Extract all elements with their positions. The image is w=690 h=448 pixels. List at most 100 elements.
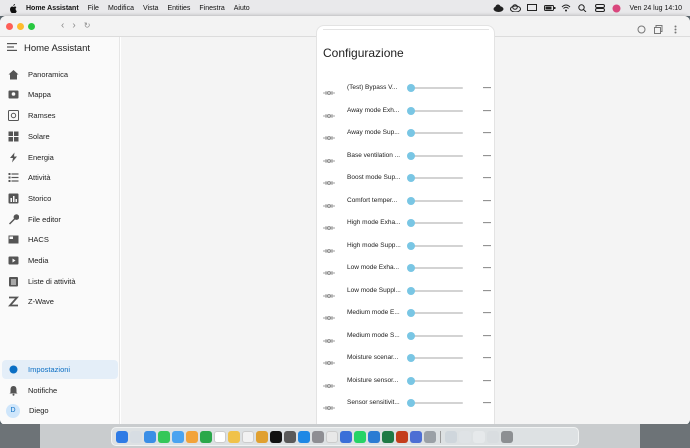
entity-label[interactable]: Low mode Exha... xyxy=(347,264,401,271)
sidebar-item-energia[interactable]: Energia xyxy=(2,148,118,167)
slider-thumb[interactable] xyxy=(407,241,415,250)
slider-track[interactable] xyxy=(411,334,463,337)
entity-label[interactable]: Away mode Exh... xyxy=(347,107,401,114)
entity-label[interactable]: Away mode Sup... xyxy=(347,129,401,136)
menu-icon[interactable] xyxy=(7,43,18,54)
excel-icon[interactable] xyxy=(382,430,394,443)
sidebar-item-ramses[interactable]: Ramses xyxy=(2,106,118,125)
slider-track[interactable] xyxy=(411,154,463,157)
entity-label[interactable]: Boost mode Sup... xyxy=(347,174,401,181)
notes-icon[interactable] xyxy=(228,430,240,443)
entity-label[interactable]: Comfort temper... xyxy=(347,197,401,204)
slider-track[interactable] xyxy=(411,132,463,134)
slider-track[interactable] xyxy=(411,267,463,269)
recent-window-1-icon[interactable] xyxy=(445,430,457,443)
recent-window-2-icon[interactable] xyxy=(459,430,471,443)
slider-track[interactable] xyxy=(411,244,463,247)
menu-finestra[interactable]: Finestra xyxy=(199,5,224,12)
slider-track[interactable] xyxy=(411,177,463,179)
slider-track[interactable] xyxy=(411,199,463,202)
entity-label[interactable]: Sensor sensitivit... xyxy=(347,399,401,406)
display-icon[interactable] xyxy=(527,4,538,12)
siri-icon[interactable] xyxy=(612,4,622,13)
sidebar-item-solare[interactable]: Solare xyxy=(2,127,118,146)
textedit-icon[interactable] xyxy=(326,430,338,443)
slider-track[interactable] xyxy=(411,109,463,112)
slider-thumb[interactable] xyxy=(407,376,415,385)
recent-window-4-icon[interactable] xyxy=(487,430,499,443)
slider-thumb[interactable] xyxy=(407,129,415,137)
sidebar-item-file-editor[interactable]: File editor xyxy=(2,210,118,229)
back-button[interactable]: ‹ xyxy=(61,21,64,31)
menu-app-name[interactable]: Home Assistant xyxy=(26,5,79,12)
entity-label[interactable]: Moisture sensor... xyxy=(347,377,401,384)
slider-thumb[interactable] xyxy=(407,174,415,182)
slider-track[interactable] xyxy=(411,402,463,404)
slider-thumb[interactable] xyxy=(407,354,415,362)
word-icon[interactable] xyxy=(368,430,380,443)
slider-thumb[interactable] xyxy=(407,84,415,92)
slider-track[interactable] xyxy=(411,87,463,89)
trash-icon[interactable] xyxy=(501,430,513,443)
slider-thumb[interactable] xyxy=(407,219,415,227)
entity-label[interactable]: High mode Supp... xyxy=(347,242,401,249)
teams-icon[interactable] xyxy=(410,430,422,443)
slider-thumb[interactable] xyxy=(407,106,415,115)
entity-label[interactable]: (Test) Bypass V... xyxy=(347,84,401,91)
menu-entities[interactable]: Entities xyxy=(167,5,190,12)
entity-label[interactable]: Low mode Suppl... xyxy=(347,287,401,294)
slider-thumb[interactable] xyxy=(407,309,415,317)
preview-icon[interactable] xyxy=(424,430,436,443)
reload-icon[interactable]: ↻ xyxy=(84,21,91,31)
sidebar-item-hacs[interactable]: HACS xyxy=(2,230,118,249)
slider-track[interactable] xyxy=(411,379,463,382)
sidebar-item-storico[interactable]: Storico xyxy=(2,189,118,208)
menu-aiuto[interactable]: Aiuto xyxy=(234,5,250,12)
share-icon[interactable] xyxy=(637,21,646,34)
entity-label[interactable]: Medium mode E... xyxy=(347,309,401,316)
photos-icon[interactable] xyxy=(186,430,198,443)
control-center-icon[interactable] xyxy=(595,4,606,12)
sidebar-user[interactable]: D Diego xyxy=(2,401,118,420)
recent-window-3-icon[interactable] xyxy=(473,430,485,443)
mail-icon[interactable] xyxy=(172,430,184,443)
system-settings-icon[interactable] xyxy=(312,430,324,443)
sidebar-item-impostazioni[interactable]: Impostazioni xyxy=(2,360,118,379)
reminders-icon[interactable] xyxy=(242,430,254,443)
zoom-window-button[interactable] xyxy=(28,22,35,30)
slider-track[interactable] xyxy=(411,312,463,314)
wifi-icon[interactable] xyxy=(561,4,571,12)
copy-icon[interactable] xyxy=(654,21,663,34)
entity-label[interactable]: High mode Exha... xyxy=(347,219,401,226)
whatsapp-icon[interactable] xyxy=(354,430,366,443)
slider-thumb[interactable] xyxy=(407,286,415,295)
facetime-icon[interactable] xyxy=(200,430,212,443)
more-icon[interactable] xyxy=(671,21,680,34)
entity-label[interactable]: Moisture scenar... xyxy=(347,354,401,361)
app-store-icon[interactable] xyxy=(298,430,310,443)
finder-icon[interactable] xyxy=(116,430,128,443)
battery-icon[interactable] xyxy=(544,4,556,12)
minimize-window-button[interactable] xyxy=(17,22,24,30)
cloud-check-icon[interactable] xyxy=(510,4,522,13)
tv-icon[interactable] xyxy=(270,430,282,443)
messages-icon[interactable] xyxy=(158,430,170,443)
apple-menu-icon[interactable] xyxy=(9,3,18,13)
menu-clock[interactable]: Ven 24 lug 14:10 xyxy=(629,5,682,12)
vscode-icon[interactable] xyxy=(340,430,352,443)
calendar-icon[interactable] xyxy=(214,430,226,443)
sidebar-item-liste-di-attivita[interactable]: Liste di attività xyxy=(2,272,118,291)
slider-thumb[interactable] xyxy=(407,151,415,160)
menu-vista[interactable]: Vista xyxy=(143,5,158,12)
slider-thumb[interactable] xyxy=(407,331,415,340)
menu-modifica[interactable]: Modifica xyxy=(108,5,134,12)
sidebar-item-media[interactable]: Media xyxy=(2,251,118,270)
launchpad-icon[interactable] xyxy=(130,430,142,443)
safari-icon[interactable] xyxy=(144,430,156,443)
search-icon[interactable] xyxy=(578,4,588,13)
sidebar-item-notifiche[interactable]: Notifiche xyxy=(2,381,118,400)
entity-label[interactable]: Medium mode S... xyxy=(347,332,401,339)
slider-track[interactable] xyxy=(411,357,463,359)
sidebar-item-z-wave[interactable]: Z-Wave xyxy=(2,292,118,311)
forward-button[interactable]: › xyxy=(72,21,75,31)
